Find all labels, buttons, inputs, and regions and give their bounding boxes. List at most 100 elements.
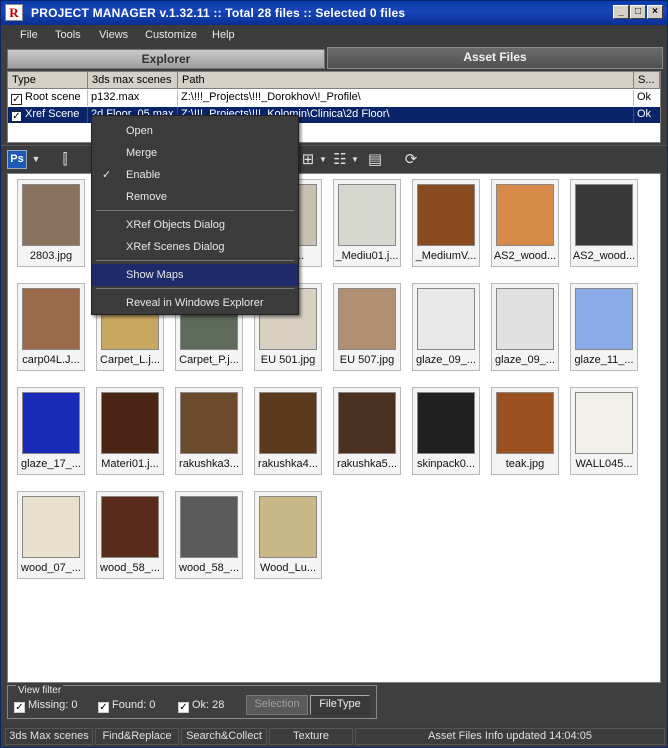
asset-thumbnail[interactable]: carp04L.J... [17,283,85,371]
thumbnail-label: teak.jpg [505,458,545,470]
asset-thumbnail[interactable]: teak.jpg [491,387,559,475]
dropdown-icon[interactable]: ▼ [351,150,359,170]
thumbnail-image [22,392,80,454]
asset-thumbnail[interactable]: 2803.jpg [17,179,85,267]
context-menu-xref-objects[interactable]: XRef Objects Dialog [92,214,298,236]
details-view-icon[interactable]: ▤ [363,150,387,170]
list-view-icon[interactable]: ☷ [329,150,351,170]
asset-thumbnail[interactable]: _MediumV... [412,179,480,267]
column-header-path[interactable]: Path [178,72,634,89]
mirror-icon[interactable]: ⫿ [51,150,79,170]
asset-thumbnail[interactable]: EU 507.jpg [333,283,401,371]
thumbnail-image [180,392,238,454]
filter-ok-label: Ok: 28 [192,699,225,711]
menu-tools[interactable]: Tools [55,29,81,41]
photoshop-button[interactable]: Ps [7,150,27,169]
title-bar[interactable]: R PROJECT MANAGER v.1.32.11 :: Total 28 … [1,1,667,25]
status-message: Asset Files Info updated 14:04:05 [355,728,665,745]
asset-thumbnail[interactable]: wood_07_... [17,491,85,579]
filter-found[interactable]: ✓ Found: 0 [98,699,155,713]
dropdown-icon[interactable]: ▼ [31,150,41,170]
close-button[interactable]: × [647,5,663,19]
thumbnail-image [338,288,396,350]
maximize-button[interactable]: □ [630,5,646,19]
thumbnail-label: wood_58_... [179,562,239,574]
filter-missing-checkbox[interactable]: ✓ [14,702,25,713]
thumbnail-image [22,184,80,246]
thumbnail-label: 2803.jpg [29,250,73,262]
context-menu-enable[interactable]: ✓ Enable [92,164,298,186]
filter-ok[interactable]: ✓ Ok: 28 [178,699,224,713]
asset-thumbnail[interactable]: AS2_wood... [491,179,559,267]
asset-thumbnail[interactable]: rakushka4... [254,387,322,475]
context-menu-open[interactable]: Open [92,120,298,142]
filter-missing[interactable]: ✓ Missing: 0 [14,699,78,713]
context-menu-xref-scenes[interactable]: XRef Scenes Dialog [92,236,298,258]
tab-explorer[interactable]: Explorer [7,49,325,69]
thumbnail-label: glaze_09_... [495,354,555,366]
thumbnail-image [496,184,554,246]
column-header-status[interactable]: S... [634,72,660,89]
asset-thumbnail[interactable]: wood_58_... [175,491,243,579]
row-checkbox[interactable]: ✓ [11,111,22,122]
menu-file[interactable]: File [20,29,38,41]
asset-thumbnail[interactable]: Materi01.j... [96,387,164,475]
context-menu-remove[interactable]: Remove [92,186,298,208]
asset-thumbnail[interactable]: skinpack0... [412,387,480,475]
asset-thumbnail[interactable]: wood_58_... [96,491,164,579]
refresh-icon[interactable]: ⟳ [399,150,423,170]
status-bar: 3ds Max scenes Find&Replace Search&Colle… [1,725,667,747]
column-header-scenes[interactable]: 3ds max scenes [88,72,178,89]
status-tab-3ds-scenes[interactable]: 3ds Max scenes [5,728,93,745]
menu-bar: File Tools Views Customize Help [1,25,667,47]
filetype-button[interactable]: FileType [310,695,370,715]
context-menu-show-maps[interactable]: Show Maps [92,264,298,286]
checkmark-icon: ✓ [102,169,112,181]
menu-customize[interactable]: Customize [145,29,197,41]
status-tab-find-replace[interactable]: Find&Replace [95,728,179,745]
thumbnail-image [575,392,633,454]
status-cell: Ok [637,91,652,103]
minimize-button[interactable]: _ [613,5,629,19]
menu-views[interactable]: Views [99,29,128,41]
thumbnail-image [22,288,80,350]
table-row[interactable]: ✓ Root scene p132.max Z:\!!!_Projects\!!!… [8,90,660,106]
asset-thumbnail[interactable]: Wood_Lu... [254,491,322,579]
asset-thumbnail[interactable]: WALL045... [570,387,638,475]
filter-found-checkbox[interactable]: ✓ [98,702,109,713]
status-tab-texture[interactable]: Texture [269,728,353,745]
asset-thumbnail[interactable]: glaze_09_... [491,283,559,371]
thumbnail-image [575,184,633,246]
thumbnail-label: _Mediu01.j... [335,250,399,262]
thumbnail-label: EU 507.jpg [339,354,395,366]
selection-button[interactable]: Selection [246,695,308,715]
filter-found-label: Found: 0 [112,699,156,711]
thumbnail-label: Wood_Lu... [259,562,317,574]
thumbnail-image [259,392,317,454]
thumbnail-label: EU 501.jpg [260,354,316,366]
status-tab-search-collect[interactable]: Search&Collect [181,728,267,745]
asset-thumbnail[interactable]: glaze_09_... [412,283,480,371]
context-menu-reveal-explorer[interactable]: Reveal in Windows Explorer [92,292,298,314]
asset-thumbnail[interactable]: rakushka5... [333,387,401,475]
thumbnail-image [101,496,159,558]
grid-view-icon[interactable]: ⊞ [297,150,319,170]
menu-separator [96,210,294,211]
app-window: R PROJECT MANAGER v.1.32.11 :: Total 28 … [0,0,668,748]
asset-thumbnail[interactable]: _Mediu01.j... [333,179,401,267]
context-menu-merge[interactable]: Merge [92,142,298,164]
asset-thumbnail[interactable]: glaze_11_... [570,283,638,371]
menu-help[interactable]: Help [212,29,235,41]
app-logo-icon: R [5,4,23,21]
thumbnail-label: glaze_11_... [574,354,634,366]
dropdown-icon[interactable]: ▼ [319,150,327,170]
filter-ok-checkbox[interactable]: ✓ [178,702,189,713]
thumbnail-image [417,392,475,454]
asset-thumbnail[interactable]: glaze_17_... [17,387,85,475]
column-header-type[interactable]: Type [8,72,88,89]
asset-thumbnail[interactable]: AS2_wood... [570,179,638,267]
tab-asset-files[interactable]: Asset Files [327,47,663,69]
row-checkbox[interactable]: ✓ [11,94,22,105]
window-title: PROJECT MANAGER v.1.32.11 :: Total 28 fi… [31,6,406,20]
asset-thumbnail[interactable]: rakushka3... [175,387,243,475]
